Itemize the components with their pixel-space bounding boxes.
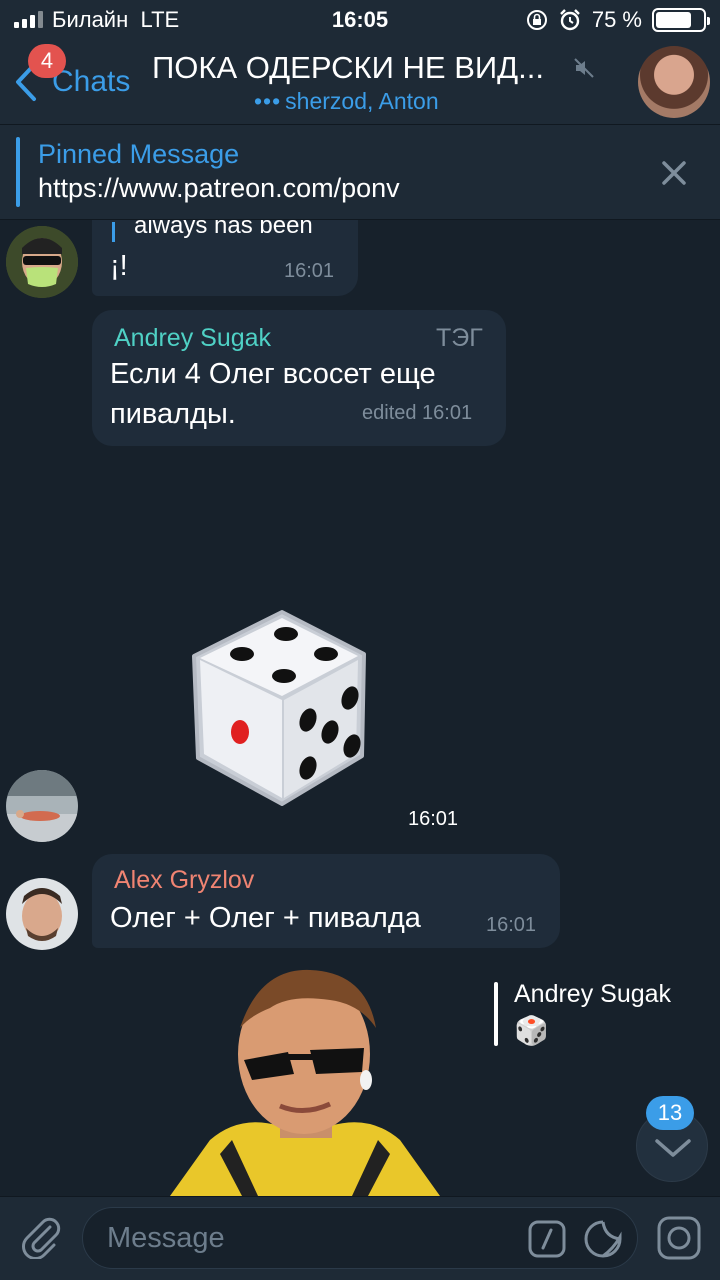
chat-title[interactable]: ПОКА ОДЕРСКИ НЕ ВИД...: [152, 50, 572, 86]
unread-chats-badge: 4: [28, 44, 66, 78]
back-label: Chats: [52, 65, 131, 98]
status-bar: Билайн LTE 16:05 75 %: [0, 0, 720, 40]
rotation-lock-icon: [526, 10, 547, 30]
message-bubble[interactable]: Andrey Sugak ТЭГ Если 4 Олег всосет еще …: [92, 310, 506, 446]
message-time: 16:01: [486, 914, 537, 936]
unread-count-badge: 13: [646, 1096, 694, 1130]
message-text: Олег + Олег + пивалда: [110, 902, 421, 934]
avatar[interactable]: [6, 878, 78, 950]
sticker-icon[interactable]: [583, 1219, 623, 1259]
message-time: 16:01: [284, 260, 335, 282]
avatar-image: [6, 770, 78, 842]
pinned-text: https://www.patreon.com/ponv: [38, 173, 400, 203]
pinned-bar: [16, 137, 20, 207]
avatar[interactable]: [6, 226, 78, 298]
muted-icon: [574, 58, 594, 78]
message-bubble[interactable]: Alex Gryzlov Олег + Олег + пивалда 16:01: [92, 854, 560, 948]
message-input[interactable]: [107, 1220, 527, 1256]
avatar-image: [6, 226, 78, 298]
chat-subtitle: ••• sherzod, Anton: [254, 88, 439, 114]
close-icon[interactable]: [656, 155, 692, 191]
sender-tag: ТЭГ: [436, 324, 483, 352]
message-text: ¡!: [110, 250, 128, 282]
pinned-label: Pinned Message: [38, 139, 240, 169]
message-field[interactable]: [82, 1207, 638, 1269]
battery-icon: [652, 8, 710, 32]
dice-icon: 🎲: [514, 1015, 549, 1046]
person-sticker[interactable]: [170, 964, 440, 1196]
battery-percent: 75 %: [591, 7, 642, 32]
message-time: edited 16:01: [362, 402, 473, 424]
sender-name: Andrey Sugak: [114, 324, 272, 352]
status-right: 75 %: [526, 7, 710, 33]
message-bubble[interactable]: always has been ¡! 16:01: [92, 220, 358, 296]
quote-text: always has been: [134, 220, 313, 239]
dice-sticker[interactable]: [186, 608, 386, 808]
alarm-icon: [559, 9, 580, 31]
avatar[interactable]: [6, 770, 78, 842]
sender-name: Alex Gryzlov: [114, 866, 255, 894]
composer: [0, 1196, 720, 1280]
avatar-image: [6, 878, 78, 950]
reply-bar: [494, 982, 498, 1046]
chat-header: Chats 4 ПОКА ОДЕРСКИ НЕ ВИД... ••• sherzo…: [0, 40, 720, 124]
bot-command-icon[interactable]: [527, 1219, 567, 1259]
camera-icon[interactable]: [656, 1215, 702, 1261]
message-time: 16:01: [408, 808, 459, 830]
message-text-line1: Если 4 Олег всосет еще: [110, 358, 436, 390]
reply-sender: Andrey Sugak: [514, 980, 672, 1008]
quote-bar: [112, 222, 115, 242]
attach-icon[interactable]: [18, 1213, 64, 1259]
message-list[interactable]: always has been ¡! 16:01 Andrey Sugak ТЭ…: [0, 220, 720, 1196]
chat-avatar[interactable]: [638, 46, 710, 118]
message-text-line2: пивалды.: [110, 398, 236, 430]
pinned-message[interactable]: Pinned Message https://www.patreon.com/p…: [0, 124, 720, 220]
